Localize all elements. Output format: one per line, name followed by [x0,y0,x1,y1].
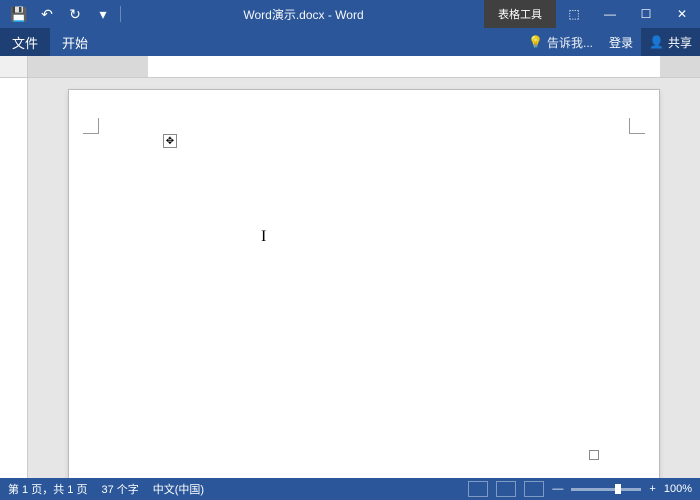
zoom-slider[interactable] [571,488,641,491]
statusbar: 第 1 页，共 1 页 37 个字 中文(中国) ― + 100% [0,478,700,500]
window-buttons: ⬚ ― ☐ ✕ [556,0,700,28]
maximize-button[interactable]: ☐ [628,0,664,28]
contextual-tab-label: 表格工具 [484,0,556,28]
ruler-margin-left [28,56,148,77]
save-button[interactable]: 💾 [6,2,32,26]
zoom-thumb[interactable] [615,484,621,494]
zoom-level[interactable]: 100% [664,483,692,495]
zoom-in-button[interactable]: + [649,483,655,495]
margin-marker-tl [83,118,99,134]
redo-button[interactable]: ↻ [62,2,88,26]
document-area: ✥ I [0,78,700,478]
document-title: Word演示.docx - Word [123,6,484,23]
margin-marker-tr [629,118,645,134]
table-resize-handle[interactable] [589,450,599,460]
ribbon-options-button[interactable]: ⬚ [556,0,592,28]
table-move-handle[interactable]: ✥ [163,134,177,148]
view-print-layout[interactable] [496,481,516,497]
document-page[interactable]: ✥ I [69,90,659,478]
ruler-corner [0,56,28,77]
ruler-horizontal[interactable] [0,56,700,78]
view-web-layout[interactable] [524,481,544,497]
minimize-button[interactable]: ― [592,0,628,28]
ribbon-tabs: 文件 开始 💡 告诉我... 登录 👤 共享 [0,28,700,56]
tell-me-search[interactable]: 💡 告诉我... [520,28,601,56]
close-button[interactable]: ✕ [664,0,700,28]
signin-button[interactable]: 登录 [601,28,641,56]
text-cursor: I [261,228,266,246]
zoom-out-button[interactable]: ― [552,483,563,495]
status-language[interactable]: 中文(中国) [153,481,204,497]
qat-customize-button[interactable]: ▾ [90,2,116,26]
tab-开始[interactable]: 开始 [50,28,100,56]
separator [120,6,121,22]
quick-access-toolbar: 💾 ↶ ↻ ▾ [0,2,123,26]
status-page-info[interactable]: 第 1 页，共 1 页 [8,481,87,497]
tab-file[interactable]: 文件 [0,28,50,56]
page-scroll-area[interactable]: ✥ I [28,78,700,478]
titlebar: 💾 ↶ ↻ ▾ Word演示.docx - Word 表格工具 ⬚ ― ☐ ✕ [0,0,700,28]
view-read-mode[interactable] [468,481,488,497]
status-word-count[interactable]: 37 个字 [101,481,138,497]
ruler-vertical[interactable] [0,78,28,478]
ruler-margin-right [660,56,700,77]
share-button[interactable]: 👤 共享 [641,28,700,56]
undo-button[interactable]: ↶ [34,2,60,26]
